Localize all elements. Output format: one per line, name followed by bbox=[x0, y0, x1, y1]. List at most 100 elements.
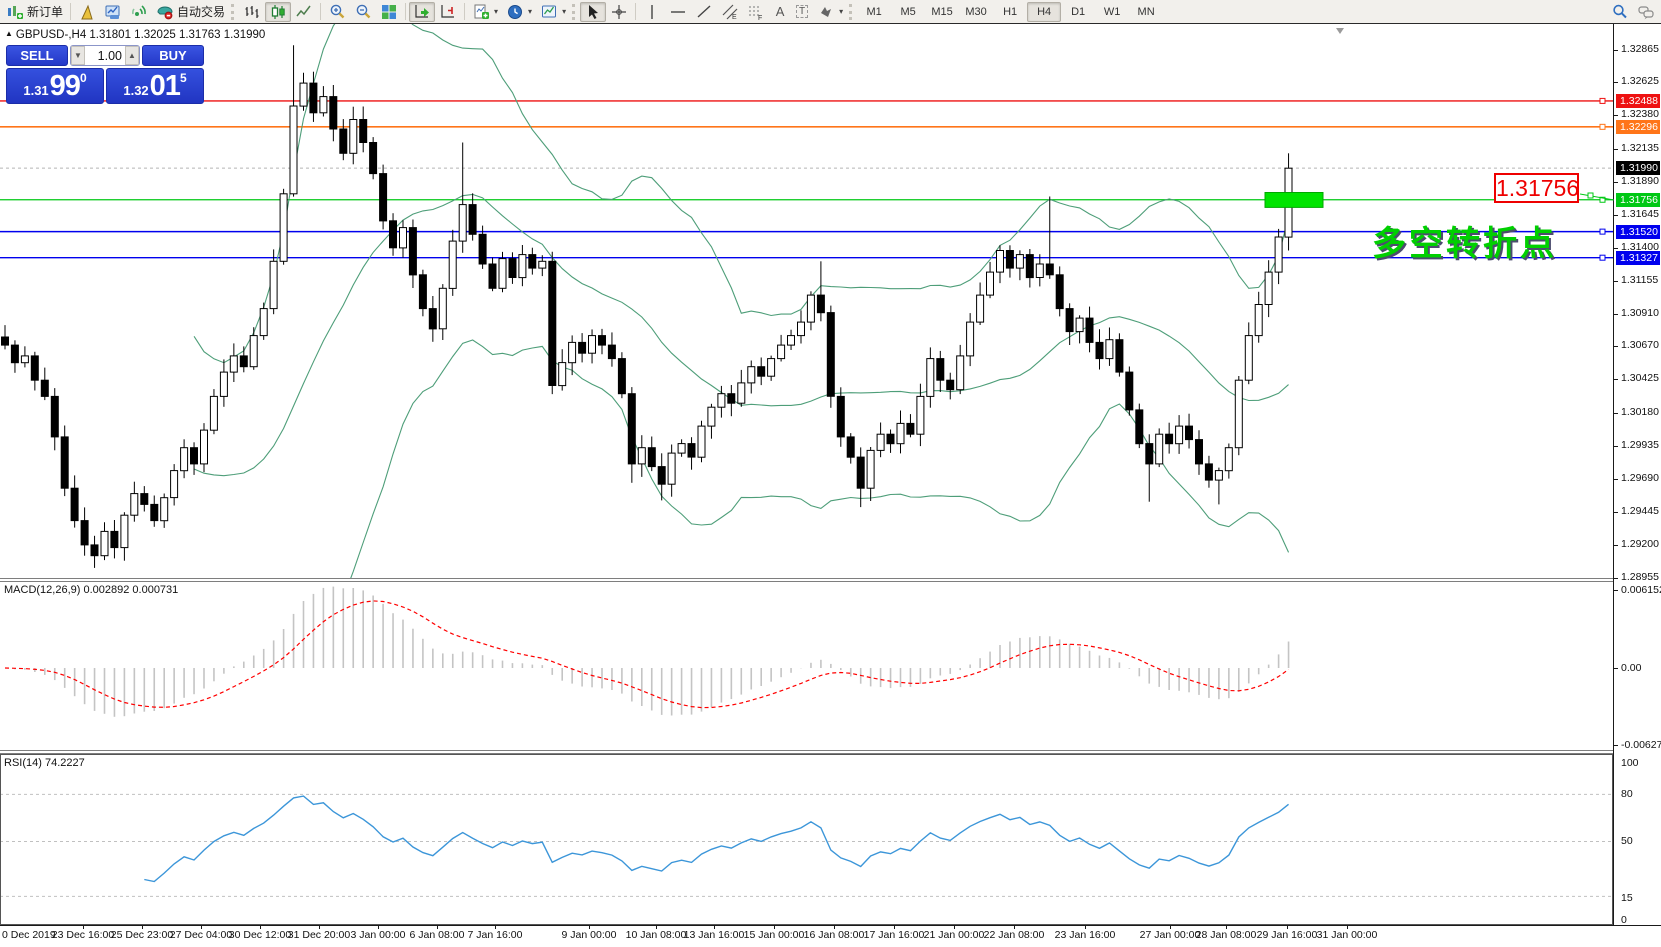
collapse-marker-icon[interactable]: ▲ bbox=[5, 29, 13, 38]
price-axis-tick bbox=[1614, 281, 1618, 282]
price-axis-tick bbox=[1614, 479, 1618, 480]
candlestick-chart-button[interactable] bbox=[265, 2, 291, 22]
text-button[interactable]: A bbox=[769, 2, 791, 22]
macd-axis-label: 0.006152 bbox=[1621, 584, 1661, 597]
timeframe-button-w1[interactable]: W1 bbox=[1095, 2, 1129, 22]
price-axis-tick-label: 1.28955 bbox=[1621, 571, 1659, 584]
price-axis-tick bbox=[1614, 578, 1618, 579]
new-order-button[interactable]: 新订单 bbox=[2, 2, 67, 22]
timeframe-button-h4[interactable]: H4 bbox=[1027, 2, 1061, 22]
bar-chart-button[interactable] bbox=[239, 2, 265, 22]
channel-icon: E bbox=[721, 3, 739, 21]
price-axis-tick-label: 1.32865 bbox=[1621, 43, 1659, 56]
macd-axis-label: 0.00 bbox=[1621, 662, 1641, 675]
timeframe-button-h1[interactable]: H1 bbox=[993, 2, 1027, 22]
chinese-annotation[interactable]: 多空转折点 bbox=[1372, 216, 1557, 265]
line-chart-icon bbox=[295, 3, 313, 21]
price-chart-canvas[interactable] bbox=[0, 24, 1613, 578]
volume-down-button[interactable]: ▼ bbox=[71, 46, 85, 65]
timeframe-button-m30[interactable]: M30 bbox=[959, 2, 993, 22]
svg-text:E: E bbox=[732, 14, 737, 21]
price-axis-tick bbox=[1614, 346, 1618, 347]
data-window-button[interactable] bbox=[100, 2, 126, 22]
time-axis-tick bbox=[656, 925, 657, 929]
price-axis-tick-label: 1.30670 bbox=[1621, 339, 1659, 352]
autotrading-icon bbox=[156, 3, 174, 21]
time-axis-tick bbox=[319, 925, 320, 929]
macd-pane-canvas[interactable] bbox=[0, 582, 1613, 750]
macd-axis-tick bbox=[1614, 668, 1618, 669]
auto-scroll-icon bbox=[413, 3, 431, 21]
volume-up-button[interactable]: ▲ bbox=[125, 46, 139, 65]
horizontal-line-button[interactable] bbox=[665, 2, 691, 22]
price-axis[interactable]: 1.328651.326251.323801.321351.318901.316… bbox=[1613, 24, 1661, 925]
zoom-in-button[interactable] bbox=[324, 2, 350, 22]
macd-axis-tick bbox=[1614, 590, 1618, 591]
crosshair-button[interactable] bbox=[606, 2, 632, 22]
time-axis-tick bbox=[201, 925, 202, 929]
indicators-button[interactable]: ▾ bbox=[468, 2, 502, 22]
chart-shift-button[interactable] bbox=[435, 2, 461, 22]
channel-button[interactable]: E bbox=[717, 2, 743, 22]
price-axis-tick bbox=[1614, 182, 1618, 183]
buy-price-button[interactable]: 1.32 01 5 bbox=[106, 68, 204, 104]
price-axis-tick-label: 1.29445 bbox=[1621, 505, 1659, 518]
buy-price-big: 01 bbox=[150, 72, 180, 101]
tile-windows-button[interactable] bbox=[376, 2, 402, 22]
periods-button[interactable]: ▾ bbox=[502, 2, 536, 22]
text-label-button[interactable]: T bbox=[791, 2, 813, 22]
time-axis-label: 10 Jan 08:00 bbox=[626, 929, 687, 941]
signals-button[interactable] bbox=[126, 2, 152, 22]
rsi-pane-canvas[interactable] bbox=[0, 754, 1613, 925]
cursor-button[interactable] bbox=[580, 2, 606, 22]
time-axis-tick bbox=[142, 925, 143, 929]
clock-icon bbox=[506, 3, 524, 21]
price-level-flag: 1.31327 bbox=[1616, 251, 1660, 265]
zoom-out-button[interactable] bbox=[350, 2, 376, 22]
vertical-line-button[interactable] bbox=[639, 2, 665, 22]
line-chart-button[interactable] bbox=[291, 2, 317, 22]
search-button[interactable] bbox=[1607, 2, 1633, 22]
price-axis-tick-label: 1.29200 bbox=[1621, 538, 1659, 551]
price-axis-tick bbox=[1614, 248, 1618, 249]
market-watch-button[interactable] bbox=[74, 2, 100, 22]
autotrading-button[interactable]: 自动交易 bbox=[152, 2, 229, 22]
time-axis-label: 30 Dec 12:00 bbox=[229, 929, 291, 941]
price-level-flag: 1.31520 bbox=[1616, 225, 1660, 239]
macd-axis-tick bbox=[1614, 745, 1618, 746]
chat-button[interactable] bbox=[1633, 2, 1659, 22]
dropdown-caret: ▾ bbox=[839, 7, 843, 16]
chat-icon bbox=[1637, 3, 1655, 21]
chart-title: ▲GBPUSD-,H4 1.31801 1.32025 1.31763 1.31… bbox=[5, 29, 265, 41]
price-callout-box[interactable]: 1.31756 bbox=[1494, 173, 1579, 203]
time-axis-tick bbox=[1014, 925, 1015, 929]
price-level-flag: 1.32296 bbox=[1616, 120, 1660, 134]
time-axis-label: 27 Dec 04:00 bbox=[170, 929, 232, 941]
sell-price-button[interactable]: 1.31 99 0 bbox=[6, 68, 104, 104]
fibonacci-button[interactable]: F bbox=[743, 2, 769, 22]
volume-spinner: ▼ 1.00 ▲ bbox=[70, 45, 140, 66]
price-axis-tick bbox=[1614, 115, 1618, 116]
price-axis-tick bbox=[1614, 379, 1618, 380]
volume-value[interactable]: 1.00 bbox=[85, 49, 125, 63]
signal-icon bbox=[130, 3, 148, 21]
timeframe-button-m5[interactable]: M5 bbox=[891, 2, 925, 22]
sell-button[interactable]: SELL bbox=[6, 45, 68, 66]
templates-button[interactable]: ▾ bbox=[536, 2, 570, 22]
toolbar-separator bbox=[320, 3, 321, 20]
timeframe-toolbar: M1M5M15M30H1H4D1W1MN bbox=[857, 2, 1163, 22]
sell-price-small: 1.31 bbox=[23, 81, 48, 101]
arrows-button[interactable]: ▾ bbox=[813, 2, 847, 22]
timeframe-button-d1[interactable]: D1 bbox=[1061, 2, 1095, 22]
mt4-window: 新订单 bbox=[0, 0, 1661, 947]
timeframe-button-m1[interactable]: M1 bbox=[857, 2, 891, 22]
trendline-button[interactable] bbox=[691, 2, 717, 22]
time-axis-label: 31 Dec 20:00 bbox=[288, 929, 350, 941]
time-axis-label: 6 Jan 08:00 bbox=[410, 929, 465, 941]
price-axis-tick bbox=[1614, 446, 1618, 447]
timeframe-button-mn[interactable]: MN bbox=[1129, 2, 1163, 22]
buy-button[interactable]: BUY bbox=[142, 45, 204, 66]
time-axis-label: 7 Jan 16:00 bbox=[468, 929, 523, 941]
timeframe-button-m15[interactable]: M15 bbox=[925, 2, 959, 22]
auto-scroll-button[interactable] bbox=[409, 2, 435, 22]
